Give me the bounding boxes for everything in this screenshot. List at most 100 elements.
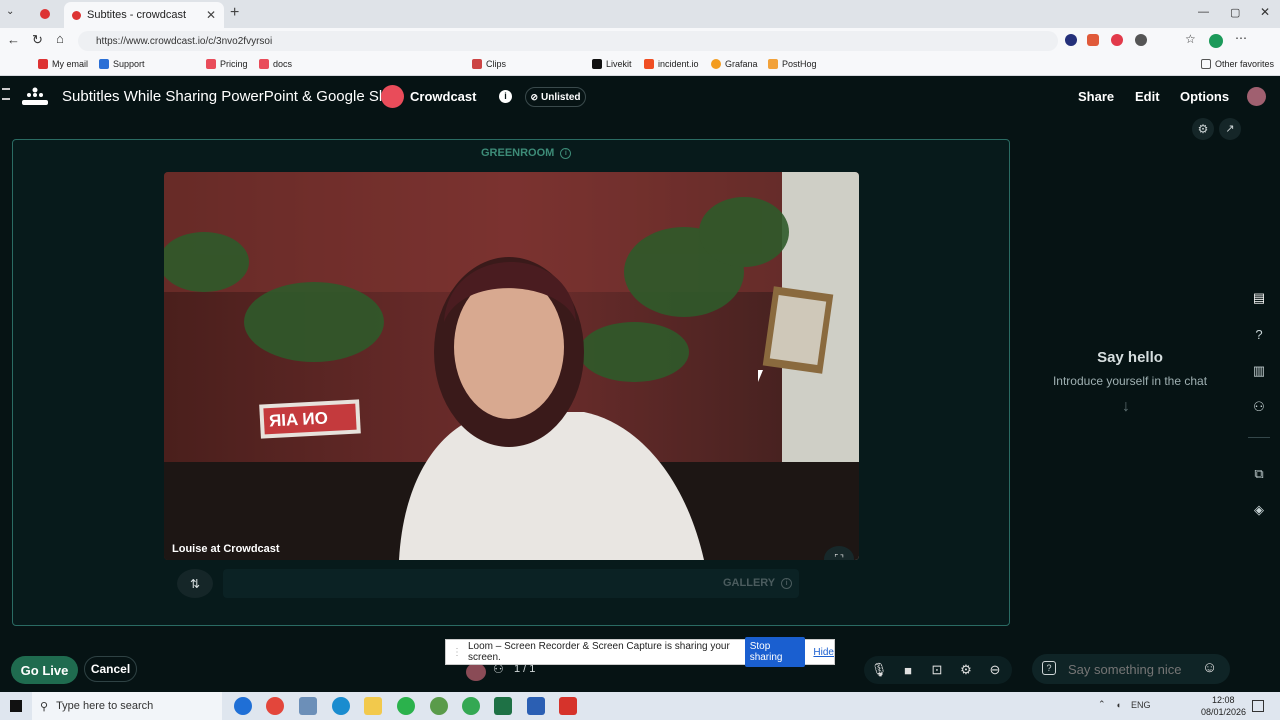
bookmark-livekit[interactable]: Livekit <box>592 59 632 69</box>
word-icon[interactable] <box>527 697 545 715</box>
stage-settings-icon[interactable]: ⚙ <box>1192 118 1214 140</box>
gallery-bar: GALLERY i <box>223 569 799 598</box>
chat-icon[interactable]: ▤ <box>1250 289 1268 307</box>
drag-handle-icon[interactable]: ⋮ <box>452 647 462 658</box>
livekit-icon <box>592 59 602 69</box>
extension-icon[interactable] <box>1065 34 1077 46</box>
poll-icon[interactable]: ▥ <box>1250 362 1268 380</box>
microphone-icon[interactable]: 🎙 <box>866 657 892 683</box>
new-tab-button[interactable]: + <box>230 4 239 22</box>
extension-icon[interactable] <box>1135 34 1147 46</box>
taskbar-search[interactable]: ⚲ Type here to search <box>32 692 222 720</box>
other-favorites[interactable]: Other favorites <box>1201 59 1274 69</box>
bookmark-label: Grafana <box>725 59 758 69</box>
media-controls: 🎙 ■ ⊡ ⚙ ⊖ <box>864 656 1012 684</box>
maximize-button[interactable]: ▢ <box>1230 6 1240 19</box>
tray-chevron-icon[interactable]: ⌃ <box>1098 699 1106 710</box>
emoji-icon[interactable]: ☺ <box>1202 659 1217 676</box>
cancel-button[interactable]: Cancel <box>84 656 137 682</box>
question-icon[interactable]: ? <box>1250 325 1268 343</box>
bookmark-label: My email <box>52 59 89 69</box>
bookmark-incident[interactable]: incident.io <box>644 59 699 69</box>
gallery-label: GALLERY i <box>723 577 793 589</box>
speaker-video[interactable]: ON AIR Louise at Crowdcast ⛶ <box>164 172 859 560</box>
avatar[interactable] <box>1247 87 1266 106</box>
loom-message: Loom – Screen Recorder & Screen Capture … <box>468 641 730 663</box>
chrome-icon[interactable] <box>266 697 284 715</box>
chat-input[interactable] <box>1068 659 1198 679</box>
tab-actions-button[interactable]: ⌄ <box>6 6 22 22</box>
share-button[interactable]: Share <box>1078 89 1114 104</box>
active-tab[interactable]: Subtites - crowdcast ✕ <box>64 2 224 28</box>
crowdcast-logo-icon[interactable] <box>20 87 50 107</box>
windows-start-icon[interactable] <box>10 700 22 712</box>
mouse-cursor-icon <box>758 370 763 382</box>
search-icon: ⚲ <box>40 700 49 713</box>
bookmark-label: Support <box>113 59 145 69</box>
gallery-info-icon[interactable]: i <box>781 577 793 589</box>
url-field[interactable]: https://www.crowdcast.io/c/3nvo2fvyrsoi <box>78 31 1058 51</box>
chrome-profile-icon[interactable] <box>462 697 480 715</box>
language[interactable]: ENG <box>1131 700 1151 710</box>
bookmark-posthog[interactable]: PostHog <box>768 59 817 69</box>
participant-avatar[interactable] <box>466 663 486 681</box>
brand-logo-icon[interactable] <box>381 85 404 108</box>
hide-button[interactable]: Hide <box>813 647 834 658</box>
go-live-button[interactable]: Go Live <box>11 656 78 684</box>
clock-date[interactable]: 08/01/2026 <box>1201 707 1246 717</box>
excel-icon[interactable] <box>494 697 512 715</box>
refresh-icon[interactable]: ↻ <box>32 32 43 48</box>
screen-share-icon[interactable]: ⊡ <box>924 657 950 683</box>
menu-edge-icon[interactable] <box>2 88 10 100</box>
stop-sharing-button[interactable]: Stop sharing <box>744 637 806 667</box>
volume-icon[interactable]: ◖ <box>1116 700 1121 710</box>
edge-icon[interactable] <box>332 697 350 715</box>
url-text: https://www.crowdcast.io/c/3nvo2fvyrsoi <box>96 35 273 47</box>
camera-icon[interactable]: ■ <box>895 657 921 683</box>
extension-icon[interactable] <box>1087 34 1099 46</box>
bookmark-clips[interactable]: Clips <box>472 59 506 69</box>
event-title: Subtitles While Sharing PowerPoint & Goo… <box>62 88 403 105</box>
record-icon[interactable] <box>40 9 50 19</box>
bookmark-label: docs <box>273 59 293 69</box>
bookmark-label: Pricing <box>220 59 248 69</box>
greenroom-info-icon[interactable]: i <box>560 147 572 159</box>
back-icon[interactable]: ← <box>7 32 20 47</box>
cta-icon[interactable]: ⧉ <box>1250 465 1268 483</box>
leave-icon[interactable]: ⊖ <box>982 657 1008 683</box>
options-button[interactable]: Options <box>1180 89 1229 104</box>
bookmark-support[interactable]: Support <box>99 59 145 69</box>
extension-icon[interactable] <box>1111 34 1123 46</box>
notifications-icon[interactable] <box>1252 700 1264 712</box>
minimize-button[interactable]: — <box>1198 6 1209 18</box>
bookmark-docs[interactable]: docs <box>259 59 292 69</box>
bookmark-my-email[interactable]: My email <box>38 59 88 69</box>
layers-icon[interactable]: ◈ <box>1250 501 1268 519</box>
file-explorer-icon[interactable] <box>364 697 382 715</box>
settings-icon[interactable]: ⚙ <box>953 657 979 683</box>
clock-time[interactable]: 12:08 <box>1212 695 1235 705</box>
paint-icon[interactable] <box>299 697 317 715</box>
home-icon[interactable]: ⌂ <box>56 31 64 46</box>
favorites-icon[interactable]: ☆ <box>1185 32 1196 46</box>
ask-question-icon[interactable]: ? <box>1042 661 1056 675</box>
acrobat-icon[interactable] <box>559 697 577 715</box>
info-icon[interactable]: i <box>499 90 512 103</box>
edit-button[interactable]: Edit <box>1135 89 1160 104</box>
brand-name[interactable]: Crowdcast <box>410 89 476 104</box>
popout-icon[interactable]: ↗ <box>1219 118 1241 140</box>
grafana-icon <box>711 59 721 69</box>
close-window-button[interactable]: ✕ <box>1260 5 1270 19</box>
posthog-icon <box>768 59 778 69</box>
people-icon[interactable]: ⚇ <box>1250 398 1268 416</box>
more-icon[interactable]: ⋯ <box>1235 31 1247 45</box>
profile-icon[interactable] <box>1209 34 1223 48</box>
bookmark-pricing[interactable]: Pricing <box>206 59 248 69</box>
close-tab-icon[interactable]: ✕ <box>206 8 216 22</box>
bookmark-grafana[interactable]: Grafana <box>711 59 758 69</box>
layout-adjust-button[interactable]: ⇅ <box>177 569 213 598</box>
unlisted-badge[interactable]: ⊘ Unlisted <box>525 87 586 107</box>
chrome-profile-icon[interactable] <box>430 697 448 715</box>
whatsapp-icon[interactable] <box>397 697 415 715</box>
copilot-icon[interactable] <box>234 697 252 715</box>
